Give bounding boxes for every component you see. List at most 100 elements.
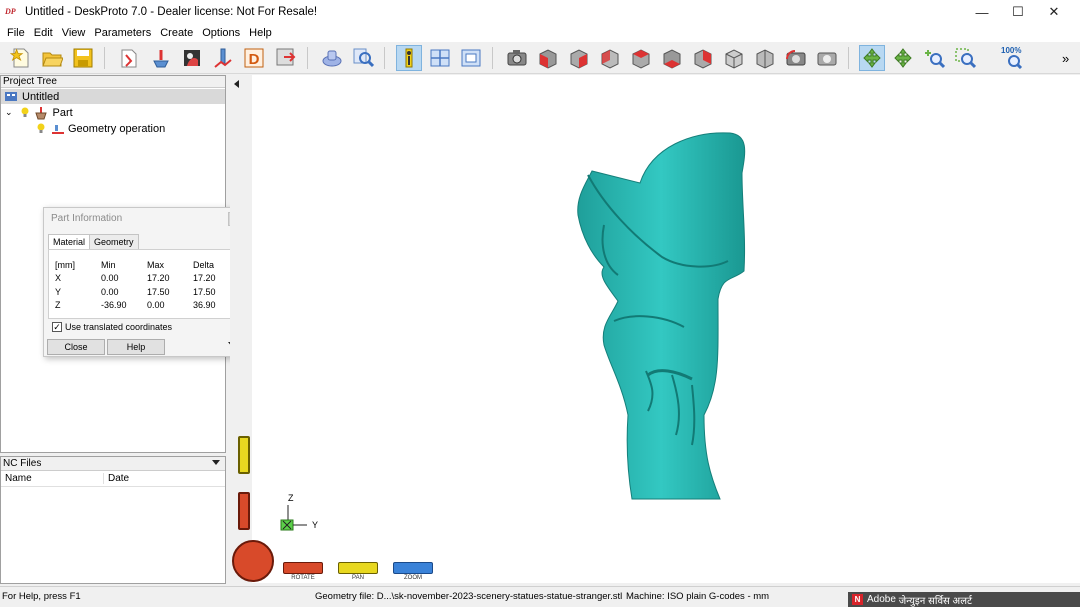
lightbulb-icon[interactable] (36, 123, 46, 135)
nc-files-panel: NC Files Name Date (0, 456, 226, 584)
new-file-icon[interactable] (8, 45, 34, 71)
import-geometry-icon[interactable] (116, 45, 142, 71)
status-geometry-file: Geometry file: D...\sk-november-2023-sce… (315, 591, 623, 602)
pan-button[interactable] (338, 562, 378, 574)
simulation-icon[interactable] (319, 45, 345, 71)
cutter-operation-icon[interactable] (210, 45, 236, 71)
save-icon[interactable] (70, 45, 96, 71)
close-button[interactable]: ✕ (1036, 0, 1072, 24)
drawing-icon[interactable]: D (241, 45, 267, 71)
view-right-icon[interactable] (659, 45, 685, 71)
maximize-button[interactable]: ☐ (1000, 0, 1036, 24)
red-slider-icon[interactable] (238, 492, 250, 530)
row-max: 17.20 (147, 273, 170, 284)
table-header-row: [mm] Min Max Delta (55, 258, 239, 272)
toolbar-overflow-icon[interactable]: » (1062, 51, 1069, 66)
col-date[interactable]: Date (104, 473, 129, 484)
yellow-slider-icon[interactable] (238, 436, 250, 474)
camera-icon[interactable] (504, 45, 530, 71)
window-view-icon[interactable] (458, 45, 484, 71)
zoom-window-icon[interactable] (952, 45, 978, 71)
bitmap-icon[interactable] (179, 45, 205, 71)
menu-parameters[interactable]: Parameters (90, 27, 155, 39)
3d-viewport[interactable]: Z Y ROTATE PAN ZOOM (232, 75, 1080, 583)
zoom-button[interactable] (393, 562, 433, 574)
row-max: 17.50 (147, 286, 170, 297)
part-info-icon[interactable] (396, 45, 422, 71)
camera-reset-icon[interactable] (783, 45, 809, 71)
rotate-button[interactable] (283, 562, 323, 574)
dialog-title: Part Information (51, 213, 123, 224)
menu-create[interactable]: Create (156, 27, 197, 39)
rotate-label: ROTATE (291, 575, 315, 581)
svg-text:D: D (249, 51, 260, 68)
rotate-mode-icon[interactable] (859, 45, 885, 71)
view-front-icon[interactable] (566, 45, 592, 71)
rotate-wheel-icon[interactable] (232, 540, 274, 582)
nc-files-header[interactable]: NC Files (1, 457, 225, 471)
notification-app: Adobe (867, 594, 896, 605)
status-help: For Help, press F1 (2, 591, 81, 602)
layout-views-icon[interactable] (427, 45, 453, 71)
dialog-title-bar[interactable]: Part Information (44, 208, 244, 230)
menu-view[interactable]: View (58, 27, 90, 39)
tab-geometry[interactable]: Geometry (89, 234, 139, 249)
help-button[interactable]: Help (107, 339, 165, 355)
view-left-icon[interactable] (628, 45, 654, 71)
menu-options[interactable]: Options (198, 27, 244, 39)
notification-text: जेन्युइन सर्विस अलर्ट (898, 595, 973, 607)
row-axis: Z (55, 300, 61, 311)
view-back-icon[interactable] (597, 45, 623, 71)
close-dialog-button[interactable]: Close (47, 339, 105, 355)
viewport-side-strip (230, 75, 252, 583)
axis-z-label: Z (288, 493, 294, 503)
pan-mode-icon[interactable] (890, 45, 916, 71)
tree-label-operation: Geometry operation (68, 122, 166, 135)
zoom-100-icon[interactable]: 100% (1000, 45, 1026, 71)
nc-files-title: NC Files (3, 458, 42, 469)
view-iso-icon[interactable] (535, 45, 561, 71)
tree-item-geometry-operation[interactable]: Geometry operation (36, 121, 165, 136)
translated-coords-checkbox[interactable]: ✓ Use translated coordinates (52, 322, 172, 332)
minimize-button[interactable]: — (964, 0, 1000, 24)
zoom-magnifier-icon[interactable] (350, 45, 376, 71)
col-name[interactable]: Name (1, 473, 104, 484)
dimensions-table: [mm] Min Max Delta X 0.00 17.20 17.20 Y … (48, 249, 242, 319)
tree-item-untitled[interactable]: Untitled (1, 89, 225, 104)
expand-chevron-icon[interactable]: ⌄ (5, 107, 13, 118)
adobe-notification[interactable]: N Adobe जेन्युइन सर्विस अलर्ट (848, 592, 1080, 607)
menu-bar: File Edit View Parameters Create Options… (0, 24, 1080, 42)
zoom-label: ZOOM (404, 575, 422, 581)
dropdown-arrow-icon[interactable] (212, 460, 220, 465)
col-min: Min (101, 259, 116, 270)
collapse-arrow-icon[interactable] (234, 80, 239, 88)
row-min: 0.00 (101, 286, 119, 297)
checkbox-box[interactable]: ✓ (52, 322, 62, 332)
open-folder-icon[interactable] (39, 45, 65, 71)
view-cube-icon[interactable] (721, 45, 747, 71)
tree-item-part[interactable]: ⌄ Part (5, 105, 73, 120)
axis-y-label: Y (312, 520, 318, 530)
menu-help[interactable]: Help (245, 27, 276, 39)
title-bar: DP Untitled - DeskProto 7.0 - Dealer lic… (0, 0, 1080, 24)
view-cube-grey-icon[interactable] (752, 45, 778, 71)
toolbar: D 100% » (0, 42, 1080, 74)
view-top-icon[interactable] (690, 45, 716, 71)
table-row: X 0.00 17.20 17.20 (55, 272, 239, 286)
row-axis: Y (55, 286, 62, 297)
menu-edit[interactable]: Edit (30, 27, 57, 39)
window-title: Untitled - DeskProto 7.0 - Dealer licens… (25, 6, 318, 18)
row-min: 0.00 (101, 273, 119, 284)
camera-save-icon[interactable] (814, 45, 840, 71)
checkbox-label: Use translated coordinates (65, 322, 173, 332)
export-nc-icon[interactable] (273, 45, 299, 71)
part-icon (34, 106, 47, 119)
row-max: 0.00 (147, 300, 165, 311)
model-render[interactable]: Z Y (252, 75, 1080, 583)
status-machine: Machine: ISO plain G-codes - mm (626, 591, 770, 602)
part-parameters-icon[interactable] (148, 45, 174, 71)
lightbulb-icon[interactable] (20, 107, 30, 119)
zoom-in-icon[interactable] (921, 45, 947, 71)
menu-file[interactable]: File (3, 27, 29, 39)
tab-material[interactable]: Material (48, 234, 91, 250)
